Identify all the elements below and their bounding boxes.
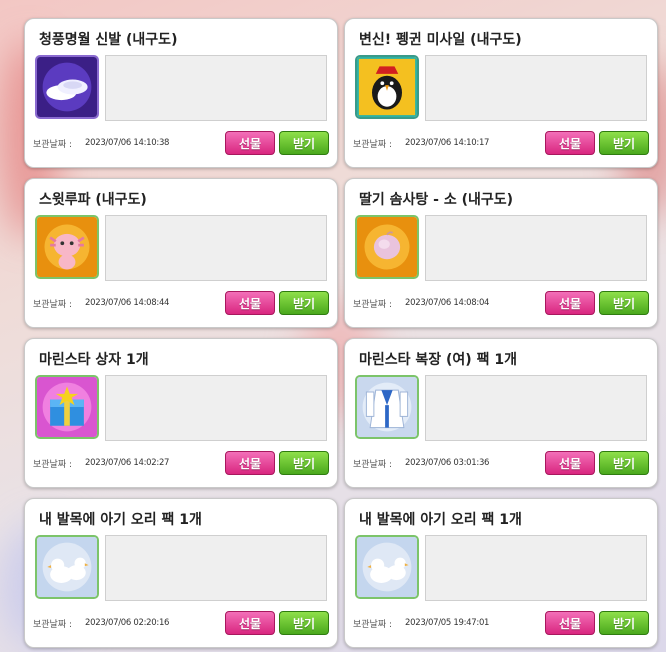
gift-button[interactable]: 선물 (225, 611, 275, 635)
receive-button[interactable]: 받기 (599, 131, 649, 155)
gift-button[interactable]: 선물 (225, 451, 275, 475)
gift-button[interactable]: 선물 (545, 611, 595, 635)
item-description-box (425, 215, 647, 281)
axolotl-pet-icon (35, 215, 99, 279)
storage-item-card: 청풍명월 신발 (내구도) 보관날짜 : 2023/07/06 14:10:38… (24, 18, 338, 168)
gift-box-icon (35, 375, 99, 439)
item-title: 마린스타 복장 (여) 팩 1개 (359, 352, 517, 368)
item-title: 내 발목에 아기 오리 팩 1개 (359, 512, 522, 528)
storage-item-card: 변신! 펭귄 미사일 (내구도) 보관날짜 : 2023/07/06 14:10… (344, 18, 658, 168)
stored-date: 2023/07/06 14:10:17 (405, 138, 490, 148)
gift-button[interactable]: 선물 (545, 131, 595, 155)
storage-item-card: 딸기 솜사탕 - 소 (내구도) 보관날짜 : 2023/07/06 14:08… (344, 178, 658, 328)
receive-button[interactable]: 받기 (279, 131, 329, 155)
gift-button[interactable]: 선물 (545, 451, 595, 475)
gift-button[interactable]: 선물 (225, 291, 275, 315)
storage-item-card: 스윗루파 (내구도) 보관날짜 : 2023/07/06 14:08:44 선물… (24, 178, 338, 328)
stored-date: 2023/07/06 14:02:27 (85, 458, 170, 468)
cotton-candy-icon (355, 215, 419, 279)
receive-button[interactable]: 받기 (279, 291, 329, 315)
date-label: 보관날짜 : (33, 460, 73, 470)
item-description-box (425, 375, 647, 441)
item-title: 마린스타 상자 1개 (39, 352, 149, 368)
gift-button[interactable]: 선물 (225, 131, 275, 155)
stored-date: 2023/07/05 19:47:01 (405, 618, 490, 628)
item-description-box (105, 535, 327, 601)
date-label: 보관날짜 : (33, 140, 73, 150)
item-description-box (105, 55, 327, 121)
storage-item-card: 내 발목에 아기 오리 팩 1개 보관날짜 : 2023/07/05 19:47… (344, 498, 658, 648)
date-label: 보관날짜 : (353, 140, 393, 150)
item-description-box (425, 535, 647, 601)
white-shoes-icon (35, 55, 99, 119)
date-label: 보관날짜 : (33, 620, 73, 630)
receive-button[interactable]: 받기 (599, 291, 649, 315)
item-description-box (105, 215, 327, 281)
item-title: 내 발목에 아기 오리 팩 1개 (39, 512, 202, 528)
item-title: 딸기 솜사탕 - 소 (내구도) (359, 192, 514, 208)
item-description-box (425, 55, 647, 121)
stored-date: 2023/07/06 14:08:44 (85, 298, 170, 308)
marine-outfit-icon (355, 375, 419, 439)
item-description-box (105, 375, 327, 441)
receive-button[interactable]: 받기 (599, 611, 649, 635)
baby-duck-icon (355, 535, 419, 599)
item-title: 스윗루파 (내구도) (39, 192, 147, 208)
date-label: 보관날짜 : (353, 620, 393, 630)
receive-button[interactable]: 받기 (279, 451, 329, 475)
storage-item-card: 내 발목에 아기 오리 팩 1개 보관날짜 : 2023/07/06 02:20… (24, 498, 338, 648)
date-label: 보관날짜 : (33, 300, 73, 310)
stored-date: 2023/07/06 02:20:16 (85, 618, 170, 628)
stored-date: 2023/07/06 03:01:36 (405, 458, 490, 468)
penguin-missile-icon (355, 55, 419, 119)
storage-item-card: 마린스타 상자 1개 보관날짜 : 2023/07/06 14:02:27 선물… (24, 338, 338, 488)
receive-button[interactable]: 받기 (599, 451, 649, 475)
date-label: 보관날짜 : (353, 460, 393, 470)
item-title: 청풍명월 신발 (내구도) (39, 32, 178, 48)
stored-date: 2023/07/06 14:08:04 (405, 298, 490, 308)
stored-date: 2023/07/06 14:10:38 (85, 138, 170, 148)
storage-item-card: 마린스타 복장 (여) 팩 1개 보관날짜 : 2023/07/06 03:01… (344, 338, 658, 488)
item-title: 변신! 펭귄 미사일 (내구도) (359, 32, 522, 48)
gift-button[interactable]: 선물 (545, 291, 595, 315)
receive-button[interactable]: 받기 (279, 611, 329, 635)
date-label: 보관날짜 : (353, 300, 393, 310)
baby-duck-icon (35, 535, 99, 599)
